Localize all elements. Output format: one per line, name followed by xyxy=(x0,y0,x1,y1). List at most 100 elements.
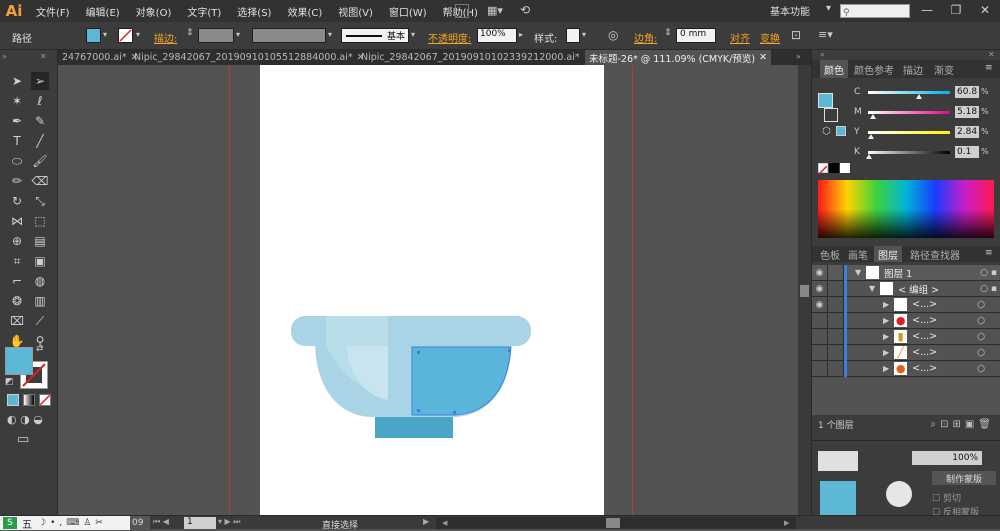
close-icon[interactable]: ✕ xyxy=(759,52,767,63)
black-swatch[interactable] xyxy=(829,163,839,173)
channel-slider-k[interactable] xyxy=(868,151,950,154)
slider-knob[interactable] xyxy=(868,134,875,139)
eye-icon[interactable] xyxy=(812,328,828,345)
symbol-sprayer-tool-icon[interactable]: ❂ xyxy=(8,292,26,310)
tabs-overflow-icon[interactable]: » xyxy=(796,52,801,61)
tab-doc-active[interactable]: 未标题-26* @ 111.09% (CMYK/预览) ✕ xyxy=(585,50,772,65)
channel-value-y[interactable]: 2.84 xyxy=(955,126,979,138)
artboard-tool-icon[interactable]: ⌧ xyxy=(8,312,26,330)
tools-close-icon[interactable]: ✕ xyxy=(40,52,47,61)
free-transform-tool-icon[interactable]: ⬚ xyxy=(31,212,49,230)
stroke-dropdown-icon[interactable]: ▾ xyxy=(136,30,140,39)
zoom-field[interactable]: 09 xyxy=(130,516,150,530)
default-colors-icon[interactable]: ◩ xyxy=(5,377,14,387)
stroke-label[interactable]: 描边: xyxy=(154,30,177,45)
vertical-scrollbar[interactable] xyxy=(798,65,811,515)
anchor-point[interactable] xyxy=(508,349,511,352)
channel-slider-y[interactable] xyxy=(868,131,950,134)
none-swatch[interactable] xyxy=(818,163,828,175)
draw-mode-icon[interactable]: ◐ ◑ ◒ xyxy=(7,413,43,426)
opacity-field[interactable]: 100% xyxy=(477,28,517,43)
horizontal-scrollbar[interactable]: ◀ ▶ xyxy=(436,517,796,529)
bowl-rim-highlight[interactable] xyxy=(326,316,388,346)
tab-color-guide[interactable]: 颜色参考 xyxy=(850,60,898,78)
gradient-tool-icon[interactable]: ▣ xyxy=(31,252,49,270)
layer-name[interactable]: < 编组 > xyxy=(898,282,939,296)
expand-icon[interactable]: ▼ xyxy=(855,268,861,277)
gradient-mode-icon[interactable] xyxy=(23,394,35,406)
layer-name[interactable]: <...> xyxy=(912,315,937,326)
style-dropdown-icon[interactable]: ▾ xyxy=(582,30,586,39)
type-tool-icon[interactable]: T xyxy=(8,132,26,150)
lock-toggle[interactable] xyxy=(828,264,844,281)
magic-wand-tool-icon[interactable]: ✶ xyxy=(8,92,26,110)
expand-icon[interactable]: ▶ xyxy=(883,364,889,373)
layer-row[interactable]: ▶ ▮ <...> ○ xyxy=(812,328,1000,345)
swap-fill-stroke-icon[interactable]: ⇄ xyxy=(36,344,44,354)
layer-row[interactable]: ▶ ╱ <...> ○ xyxy=(812,344,1000,361)
eraser-tool-icon[interactable]: ⌫ xyxy=(31,172,49,190)
ime-tools-icon[interactable]: ☽•,⌨♙✂ xyxy=(38,518,107,528)
expand-icon[interactable]: ▼ xyxy=(869,284,875,293)
help-search-input[interactable]: ⚲ xyxy=(840,4,910,18)
pencil-tool-icon[interactable]: ✏ xyxy=(8,172,26,190)
line-tool-icon[interactable]: ╱ xyxy=(31,132,49,150)
stroke-weight-field[interactable] xyxy=(198,28,234,43)
scroll-thumb[interactable] xyxy=(606,518,620,528)
isolate-icon[interactable]: ⊡ xyxy=(791,28,801,42)
eye-icon[interactable] xyxy=(812,344,828,361)
menu-view[interactable]: 视图(V) xyxy=(330,0,381,22)
none-mode-icon[interactable] xyxy=(39,394,51,406)
clip-checkbox[interactable]: ☐ 剪切 xyxy=(932,491,961,504)
brush-definition[interactable]: 基本 xyxy=(341,28,409,43)
direct-selection-tool-icon[interactable]: ➢ xyxy=(31,72,49,90)
layer-actions-icon[interactable]: ⌕⊡⊞▣🗑 xyxy=(930,419,995,430)
layer-row[interactable]: ◉ ▶ <...> ○ xyxy=(812,296,1000,313)
stroke-weight-stepper[interactable]: ⇕ xyxy=(186,28,194,38)
column-graph-tool-icon[interactable]: ▥ xyxy=(31,292,49,310)
opacity-label[interactable]: 不透明度: xyxy=(428,30,471,45)
canvas[interactable] xyxy=(58,65,798,515)
layer-name[interactable]: <...> xyxy=(912,299,937,310)
target-icon[interactable]: ○ ▪ xyxy=(980,284,997,294)
color-mode-icon[interactable] xyxy=(7,394,19,406)
tab-pathfinder[interactable]: 路径查找器 xyxy=(906,246,964,262)
expand-icon[interactable]: ▶ xyxy=(883,300,889,309)
expand-icon[interactable]: ▶ xyxy=(883,348,889,357)
panel-stroke-swatch[interactable] xyxy=(824,108,838,122)
close-icon[interactable]: ✕ xyxy=(971,0,999,20)
panel-collapse-icon[interactable]: « xyxy=(820,50,825,59)
tab-stroke[interactable]: 描边 xyxy=(899,60,927,78)
target-icon[interactable]: ○ xyxy=(977,364,985,374)
menu-type[interactable]: 文字(T) xyxy=(179,0,229,22)
menu-edit[interactable]: 编辑(E) xyxy=(78,0,128,22)
bowl-selected-shape[interactable] xyxy=(411,346,512,416)
status-arrow-icon[interactable]: ▶ xyxy=(423,517,429,526)
eye-icon[interactable] xyxy=(812,312,828,329)
panel-close-icon[interactable]: ✕ xyxy=(988,50,995,59)
anchor-point[interactable] xyxy=(453,411,456,414)
corner-label[interactable]: 边角: xyxy=(634,30,657,45)
eyedropper-tool-icon[interactable]: ⌐ xyxy=(8,272,26,290)
lock-toggle[interactable] xyxy=(828,312,844,329)
layer-row[interactable]: ◉ ▼ < 编组 > ○ ▪ xyxy=(812,280,1000,297)
layer-row[interactable]: ◉ ▼ 图层 1 ○ ▪ xyxy=(812,264,1000,281)
shape-builder-tool-icon[interactable]: ⊕ xyxy=(8,232,26,250)
corner-stepper[interactable]: ⇕ xyxy=(664,28,672,38)
menu-select[interactable]: 选择(S) xyxy=(229,0,279,22)
ellipse-tool-icon[interactable]: ⬭ xyxy=(8,152,26,170)
channel-value-k[interactable]: 0.1 xyxy=(955,146,979,158)
blend-tool-icon[interactable]: ◍ xyxy=(31,272,49,290)
nav-first-icon[interactable]: ⏮ ◀ xyxy=(153,517,169,527)
fill-dropdown-icon[interactable]: ▾ xyxy=(103,30,107,39)
layer-row[interactable]: ▶ ● <...> ○ xyxy=(812,312,1000,329)
stroke-weight-dropdown-icon[interactable]: ▾ xyxy=(236,30,240,39)
profile-dropdown-icon[interactable]: ▾ xyxy=(328,30,332,39)
maximize-icon[interactable]: ❐ xyxy=(942,0,970,20)
target-icon[interactable]: ○ xyxy=(977,348,985,358)
lock-toggle[interactable] xyxy=(828,360,844,377)
fill-color-swatch[interactable] xyxy=(5,347,33,375)
channel-value-c[interactable]: 60.8 xyxy=(955,86,979,98)
bridge-icon[interactable] xyxy=(455,4,469,18)
menu-file[interactable]: 文件(F) xyxy=(28,0,78,22)
